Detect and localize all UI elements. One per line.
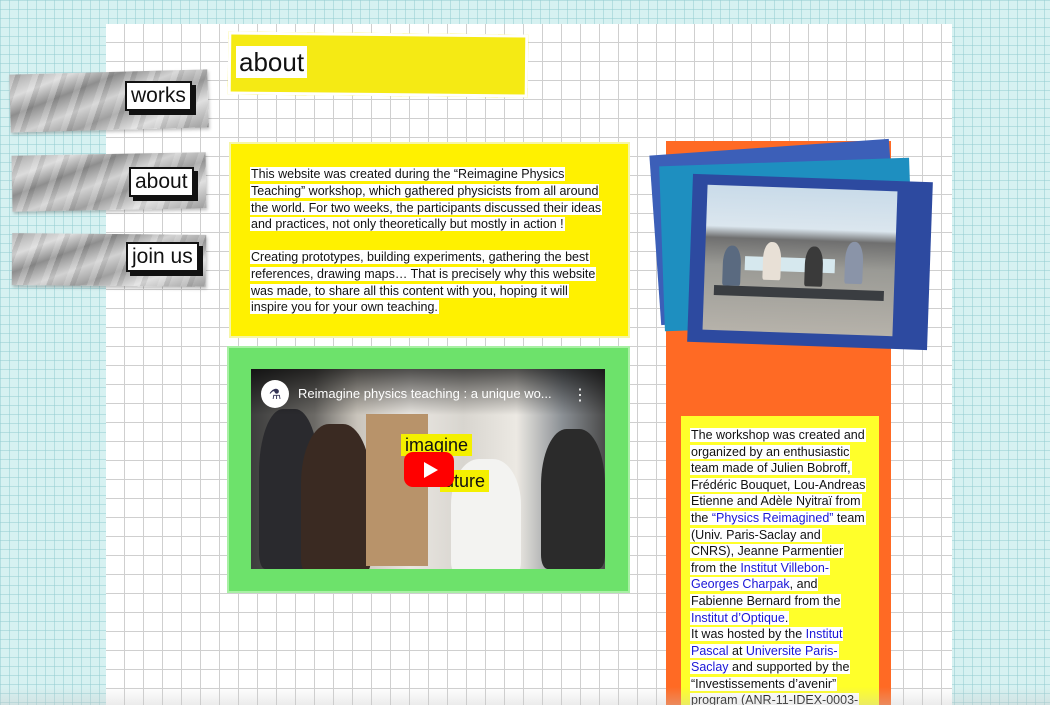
video-person-far-right [541,429,605,569]
photo-person-3 [804,246,824,287]
more-options-icon[interactable]: ⋮ [572,385,588,405]
intro-paragraph-2: Creating prototypes, building experiment… [250,250,597,315]
intro-paragraph-1: This website was created during the “Rei… [250,167,603,232]
nav-link-works[interactable]: works [125,81,192,111]
page-title: about [236,46,308,78]
nav-link-join-us[interactable]: join us [126,242,199,272]
institut-optique-link[interactable]: Institut d’Optique [691,611,785,625]
photo-bench [713,285,884,301]
play-button-icon[interactable] [404,452,454,487]
channel-avatar-icon[interactable]: ⚗ [261,380,289,408]
physics-reimagined-link[interactable]: “Physics Reimagined” [712,511,834,525]
credits-paragraph-1: The workshop was created and organized b… [690,428,867,625]
photo-person-2 [762,241,782,281]
photo-person-4 [844,241,864,285]
workshop-photo [702,184,898,337]
nav-link-about[interactable]: about [129,167,194,197]
bottom-scroll-fade [0,687,1050,705]
photo-person-1 [722,245,742,286]
video-title[interactable]: Reimagine physics teaching : a unique wo… [298,386,563,401]
video-person-center [301,424,371,569]
